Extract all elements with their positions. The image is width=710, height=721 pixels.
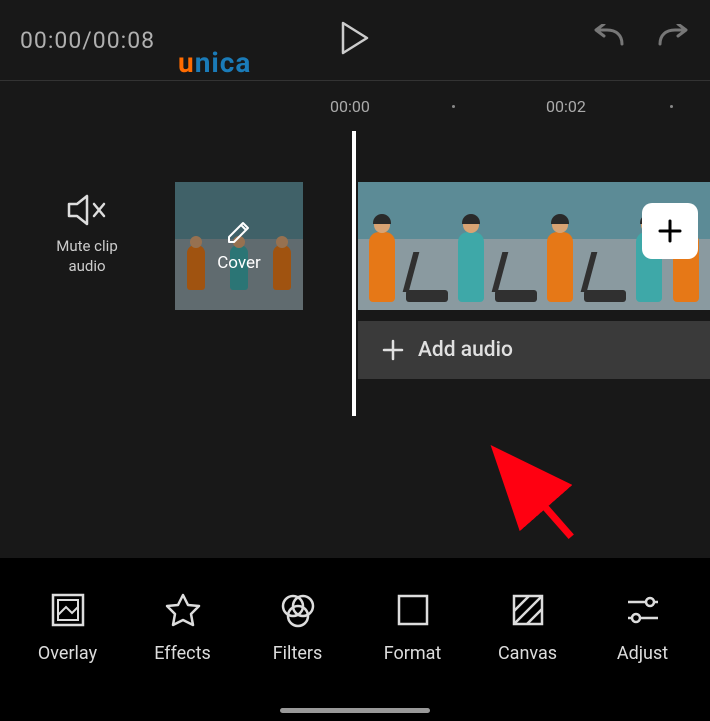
add-audio-label: Add audio (418, 338, 513, 362)
cover-overlay: Cover (175, 182, 303, 310)
overlay-icon (49, 591, 87, 629)
home-indicator[interactable] (280, 708, 430, 713)
mute-clip-label: Mute clip audio (42, 237, 132, 276)
redo-button[interactable] (656, 24, 690, 56)
format-label: Format (384, 643, 442, 664)
time-separator: / (82, 27, 93, 54)
sliders-icon (624, 591, 662, 629)
star-icon (164, 591, 202, 629)
unica-watermark: unica (178, 46, 251, 79)
effects-label: Effects (154, 643, 211, 664)
plus-icon (656, 217, 684, 245)
history-buttons (592, 24, 690, 56)
undo-button[interactable] (592, 24, 626, 56)
pencil-icon (226, 219, 252, 245)
editor-main-area: 00:00/00:08 unica 00:00 00:02 (0, 0, 710, 558)
bottom-toolbar: Overlay Effects Filters Format Canvas (0, 558, 710, 721)
format-icon (394, 591, 432, 629)
ruler-tick-2: 00:02 (546, 97, 586, 116)
speaker-mute-icon (67, 193, 107, 227)
cover-thumbnail-button[interactable]: Cover (175, 182, 303, 310)
add-clip-button[interactable] (642, 203, 698, 259)
time-current: 00:00 (20, 27, 82, 54)
timeline-ruler[interactable]: 00:00 00:02 (0, 81, 710, 131)
plus-icon (382, 339, 404, 361)
canvas-button[interactable]: Canvas (478, 591, 578, 664)
canvas-label: Canvas (498, 643, 557, 664)
adjust-label: Adjust (617, 643, 668, 664)
add-audio-button[interactable]: Add audio (358, 321, 710, 379)
ruler-tick-1: 00:00 (330, 97, 370, 116)
ruler-dot (670, 105, 673, 108)
adjust-button[interactable]: Adjust (593, 591, 693, 664)
canvas-icon (509, 591, 547, 629)
time-total: 00:08 (93, 27, 155, 54)
cover-label: Cover (217, 253, 261, 273)
filters-label: Filters (273, 643, 323, 664)
format-button[interactable]: Format (363, 591, 463, 664)
play-button[interactable] (341, 21, 369, 59)
editor-header: 00:00/00:08 (0, 0, 710, 80)
mute-clip-audio-button[interactable]: Mute clip audio (42, 193, 132, 276)
filters-icon (279, 591, 317, 629)
ruler-dot (452, 105, 455, 108)
playback-time: 00:00/00:08 (20, 27, 155, 54)
filters-button[interactable]: Filters (248, 591, 348, 664)
timeline-area[interactable]: Mute clip audio Cover (0, 131, 710, 451)
effects-button[interactable]: Effects (133, 591, 233, 664)
overlay-button[interactable]: Overlay (18, 591, 118, 664)
playhead[interactable] (352, 131, 356, 416)
watermark-u: u (178, 46, 195, 79)
watermark-nica: nica (195, 46, 252, 79)
overlay-label: Overlay (38, 643, 97, 664)
